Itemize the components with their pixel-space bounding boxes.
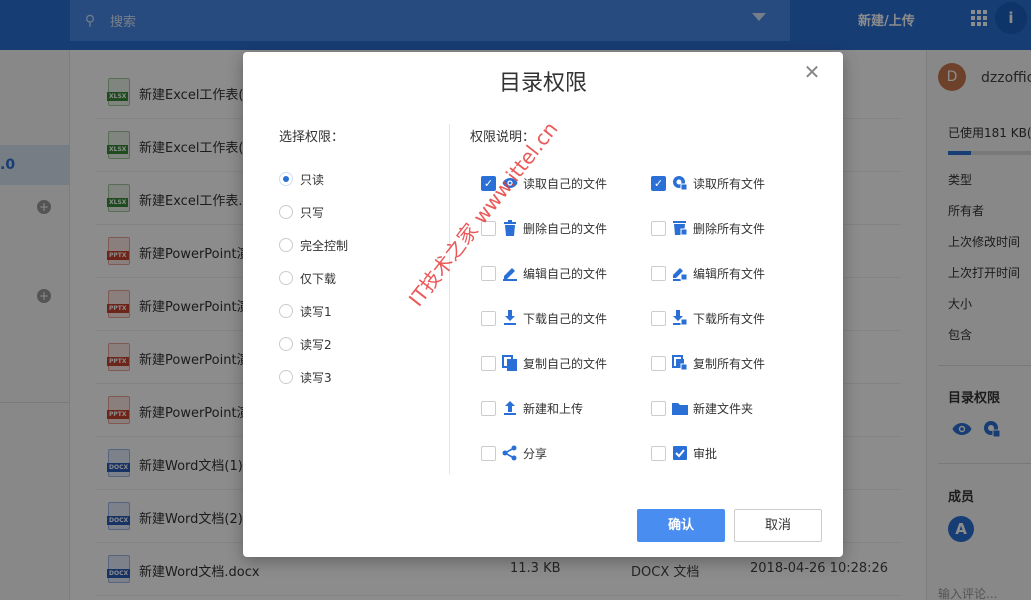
radio-circle[interactable]: [279, 304, 293, 318]
permission-label[interactable]: 删除所有文件: [693, 220, 765, 237]
radio-label[interactable]: 只读: [300, 171, 324, 188]
download-icon: [502, 310, 518, 326]
folder-icon: [672, 400, 688, 416]
permission-option[interactable]: 复制自己的文件: [481, 354, 607, 372]
permission-option[interactable]: 编辑所有文件: [651, 264, 765, 282]
permission-label[interactable]: 复制自己的文件: [523, 355, 607, 372]
permission-label[interactable]: 审批: [693, 445, 717, 462]
permission-option[interactable]: 分享: [481, 444, 547, 462]
radio-circle[interactable]: [279, 172, 293, 186]
permission-label[interactable]: 编辑所有文件: [693, 265, 765, 282]
upload-icon: [502, 400, 518, 416]
permission-checkbox[interactable]: [481, 310, 496, 326]
permission-checkbox[interactable]: ✓: [651, 175, 666, 191]
trash-icon: [502, 220, 518, 236]
permission-checkbox[interactable]: [651, 220, 666, 236]
radio-circle[interactable]: [279, 205, 293, 219]
approve-check-icon: [672, 445, 688, 461]
permission-radio[interactable]: 完全控制: [279, 236, 348, 254]
permission-option[interactable]: ✓ 读取所有文件: [651, 174, 765, 192]
permission-radio[interactable]: 读写3: [279, 368, 332, 386]
pencil-icon: [502, 265, 518, 281]
permission-option[interactable]: 删除自己的文件: [481, 219, 607, 237]
permission-label[interactable]: 读取所有文件: [693, 175, 765, 192]
permission-label[interactable]: 新建和上传: [523, 400, 583, 417]
close-icon[interactable]: ✕: [800, 60, 824, 84]
permission-checkbox[interactable]: [651, 310, 666, 326]
copy-icon: [502, 355, 518, 371]
permission-checkbox[interactable]: [651, 355, 666, 371]
permission-checkbox[interactable]: [651, 265, 666, 281]
cancel-button[interactable]: 取消: [734, 509, 822, 542]
radio-label[interactable]: 只写: [300, 204, 324, 221]
permission-checkbox[interactable]: [481, 445, 496, 461]
share-icon: [502, 445, 518, 461]
permission-radio[interactable]: 只读: [279, 170, 324, 188]
permission-label[interactable]: 新建文件夹: [693, 400, 753, 417]
radio-label[interactable]: 读写2: [300, 336, 332, 353]
confirm-button[interactable]: 确认: [637, 509, 725, 542]
permission-option[interactable]: 新建和上传: [481, 399, 583, 417]
download-all-icon: [672, 310, 688, 326]
copy-all-icon: [672, 355, 688, 371]
permission-option[interactable]: 下载所有文件: [651, 309, 765, 327]
eye-all-icon: [672, 175, 688, 191]
permission-option[interactable]: 编辑自己的文件: [481, 264, 607, 282]
select-permission-label: 选择权限：: [279, 130, 345, 145]
permission-label[interactable]: 下载自己的文件: [523, 310, 607, 327]
permission-checkbox[interactable]: [651, 445, 666, 461]
permission-option[interactable]: 复制所有文件: [651, 354, 765, 372]
permission-radio[interactable]: 读写2: [279, 335, 332, 353]
radio-circle[interactable]: [279, 370, 293, 384]
radio-label[interactable]: 读写3: [300, 369, 332, 386]
permission-checkbox[interactable]: [481, 400, 496, 416]
permission-option[interactable]: 删除所有文件: [651, 219, 765, 237]
permission-radio[interactable]: 只写: [279, 203, 324, 221]
radio-circle[interactable]: [279, 337, 293, 351]
radio-label[interactable]: 读写1: [300, 303, 332, 320]
permission-label[interactable]: 复制所有文件: [693, 355, 765, 372]
permission-option[interactable]: 下载自己的文件: [481, 309, 607, 327]
radio-circle[interactable]: [279, 271, 293, 285]
radio-circle[interactable]: [279, 238, 293, 252]
dialog-title: 目录权限: [498, 71, 587, 96]
permission-label[interactable]: 分享: [523, 445, 547, 462]
radio-label[interactable]: 完全控制: [300, 237, 348, 254]
radio-label[interactable]: 仅下载: [300, 270, 336, 287]
permission-option[interactable]: 新建文件夹: [651, 399, 753, 417]
pencil-all-icon: [672, 265, 688, 281]
permission-checkbox[interactable]: [651, 400, 666, 416]
permission-label[interactable]: 编辑自己的文件: [523, 265, 607, 282]
trash-all-icon: [672, 220, 688, 236]
permission-checkbox[interactable]: [481, 355, 496, 371]
permission-label[interactable]: 删除自己的文件: [523, 220, 607, 237]
dialog-column-divider: [449, 124, 450, 474]
permission-option[interactable]: 审批: [651, 444, 717, 462]
permission-checkbox[interactable]: [481, 265, 496, 281]
permission-label[interactable]: 下载所有文件: [693, 310, 765, 327]
permission-radio[interactable]: 读写1: [279, 302, 332, 320]
permission-radio[interactable]: 仅下载: [279, 269, 336, 287]
permission-label[interactable]: 读取自己的文件: [523, 175, 607, 192]
